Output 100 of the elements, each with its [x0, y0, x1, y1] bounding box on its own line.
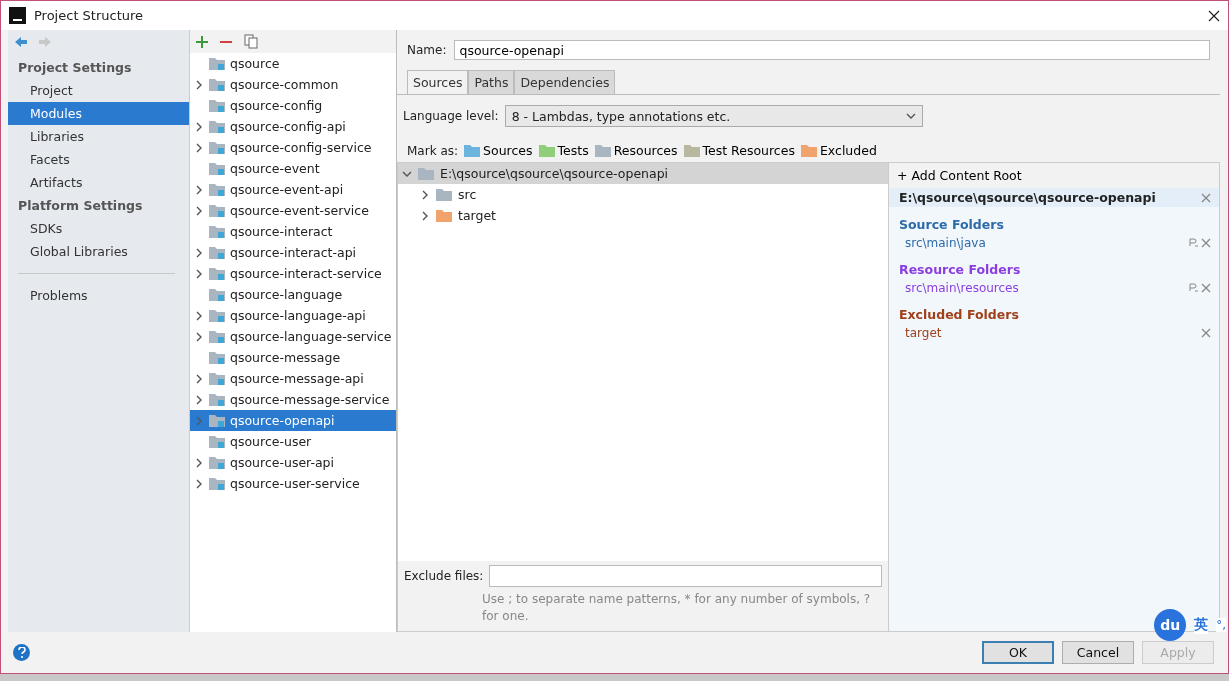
chevron-icon[interactable] [194, 331, 204, 342]
module-folder-icon [209, 456, 225, 469]
module-folder-icon [209, 204, 225, 217]
nav-item[interactable]: Facets [8, 148, 189, 171]
chevron-icon[interactable] [194, 247, 204, 258]
module-folder-icon [209, 477, 225, 490]
module-item[interactable]: qsource-language-service [190, 326, 396, 347]
field-label: Name: [407, 43, 447, 57]
mark-as-option[interactable]: Tests [538, 143, 589, 158]
nav-item[interactable]: Project [8, 79, 189, 102]
module-item[interactable]: qsource-user-service [190, 473, 396, 494]
module-item[interactable]: qsource-message [190, 347, 396, 368]
field-label: Exclude files: [404, 569, 484, 583]
chevron-icon[interactable] [194, 205, 204, 216]
module-item[interactable]: qsource-language [190, 284, 396, 305]
exclude-files-field[interactable] [489, 565, 882, 587]
dialog-button[interactable]: OK [982, 641, 1054, 664]
chevron-icon[interactable] [194, 79, 204, 90]
tab[interactable]: Paths [468, 70, 515, 94]
module-folder-icon [209, 141, 225, 154]
ime-punctuation[interactable]: °, [1216, 618, 1226, 632]
module-folder-icon [209, 57, 225, 70]
module-item[interactable]: qsource-interact-service [190, 263, 396, 284]
mark-as-option[interactable]: Sources [464, 143, 533, 158]
close-icon[interactable] [1208, 9, 1220, 22]
back-arrow-icon[interactable] [14, 36, 28, 48]
field-label: Language level: [403, 109, 499, 123]
ime-logo[interactable]: du [1154, 609, 1187, 641]
mark-as-option[interactable]: Resources [594, 143, 678, 158]
tab[interactable]: Sources [407, 70, 469, 94]
module-item[interactable]: qsource-user [190, 431, 396, 452]
module-folder-icon [209, 372, 225, 385]
mark-as-option[interactable]: Test Resources [683, 143, 795, 158]
copy-icon[interactable] [244, 34, 258, 49]
mark-as-option[interactable]: Excluded [800, 143, 877, 158]
tab[interactable]: Dependencies [514, 70, 616, 94]
language-level-dropdown[interactable]: 8 - Lambdas, type annotations etc. [504, 105, 923, 127]
ime-mode[interactable]: 英 [1194, 616, 1209, 634]
module-folder-icon [209, 99, 225, 112]
module-item[interactable]: qsource-config-service [190, 137, 396, 158]
window-title: Project Structure [34, 8, 145, 23]
module-item[interactable]: qsource-message-api [190, 368, 396, 389]
module-folder-icon [209, 393, 225, 406]
module-folder-icon [209, 351, 225, 364]
module-item[interactable]: qsource-user-api [190, 452, 396, 473]
tree-row[interactable]: target [398, 205, 888, 226]
chevron-icon[interactable] [194, 268, 204, 279]
module-item[interactable]: qsource-message-service [190, 389, 396, 410]
folder-path: src\main\java [905, 236, 986, 250]
section-header: Platform Settings [17, 197, 144, 215]
folder-group-title: Source Folders [898, 216, 1005, 234]
module-folder-icon [209, 246, 225, 259]
hint-text: Use ; to separate name patterns, * for any number of symbols, ? for one. [481, 591, 872, 625]
module-item[interactable]: qsource-event-api [190, 179, 396, 200]
chevron-icon[interactable] [194, 121, 204, 132]
chevron-icon[interactable] [194, 478, 204, 489]
module-item[interactable]: qsource-common [190, 74, 396, 95]
module-folder-icon [209, 435, 225, 448]
tree-root-row[interactable]: E:\qsource\qsource\qsource-openapi [398, 163, 888, 184]
nav-item[interactable]: Problems [8, 284, 189, 307]
chevron-icon[interactable] [194, 373, 204, 384]
help-icon[interactable] [13, 644, 30, 661]
chevron-icon[interactable] [194, 394, 204, 405]
module-item[interactable]: qsource [190, 53, 396, 74]
folder-icon [418, 167, 434, 180]
name-field[interactable]: qsource-openapi [454, 40, 1210, 60]
module-folder-icon [209, 78, 225, 91]
module-folder-icon [209, 120, 225, 133]
nav-item[interactable]: Modules [8, 102, 189, 125]
module-item[interactable]: qsource-event [190, 158, 396, 179]
add-content-root-button[interactable]: + Add Content Root [889, 163, 1219, 188]
content-root-path: E:\qsource\qsource\qsource-openapi [899, 190, 1156, 205]
app-logo-icon [9, 7, 26, 24]
nav-item[interactable]: Global Libraries [8, 240, 189, 263]
module-item[interactable]: qsource-config-api [190, 116, 396, 137]
nav-item[interactable]: SDKs [8, 217, 189, 240]
nav-item[interactable]: Libraries [8, 125, 189, 148]
module-item[interactable]: qsource-config [190, 95, 396, 116]
dropdown-caret-icon[interactable] [905, 111, 916, 121]
chevron-icon[interactable] [420, 189, 430, 200]
chevron-icon[interactable] [420, 210, 430, 221]
module-folder-icon [209, 288, 225, 301]
module-item[interactable]: qsource-interact-api [190, 242, 396, 263]
chevron-icon[interactable] [194, 457, 204, 468]
chevron-icon[interactable] [194, 184, 204, 195]
module-folder-icon [209, 330, 225, 343]
chevron-icon[interactable] [194, 142, 204, 153]
module-item[interactable]: qsource-openapi [190, 410, 396, 431]
add-icon[interactable] [196, 35, 208, 48]
module-folder-icon [209, 414, 225, 427]
module-item[interactable]: qsource-interact [190, 221, 396, 242]
folder-group-title: Resource Folders [898, 261, 1022, 279]
chevron-icon[interactable] [194, 310, 204, 321]
nav-item[interactable]: Artifacts [8, 171, 189, 194]
module-folder-icon [209, 162, 225, 175]
folder-path: target [905, 326, 942, 340]
module-item[interactable]: qsource-event-service [190, 200, 396, 221]
module-item[interactable]: qsource-language-api [190, 305, 396, 326]
dialog-button[interactable]: Cancel [1062, 641, 1134, 664]
tree-row[interactable]: src [398, 184, 888, 205]
